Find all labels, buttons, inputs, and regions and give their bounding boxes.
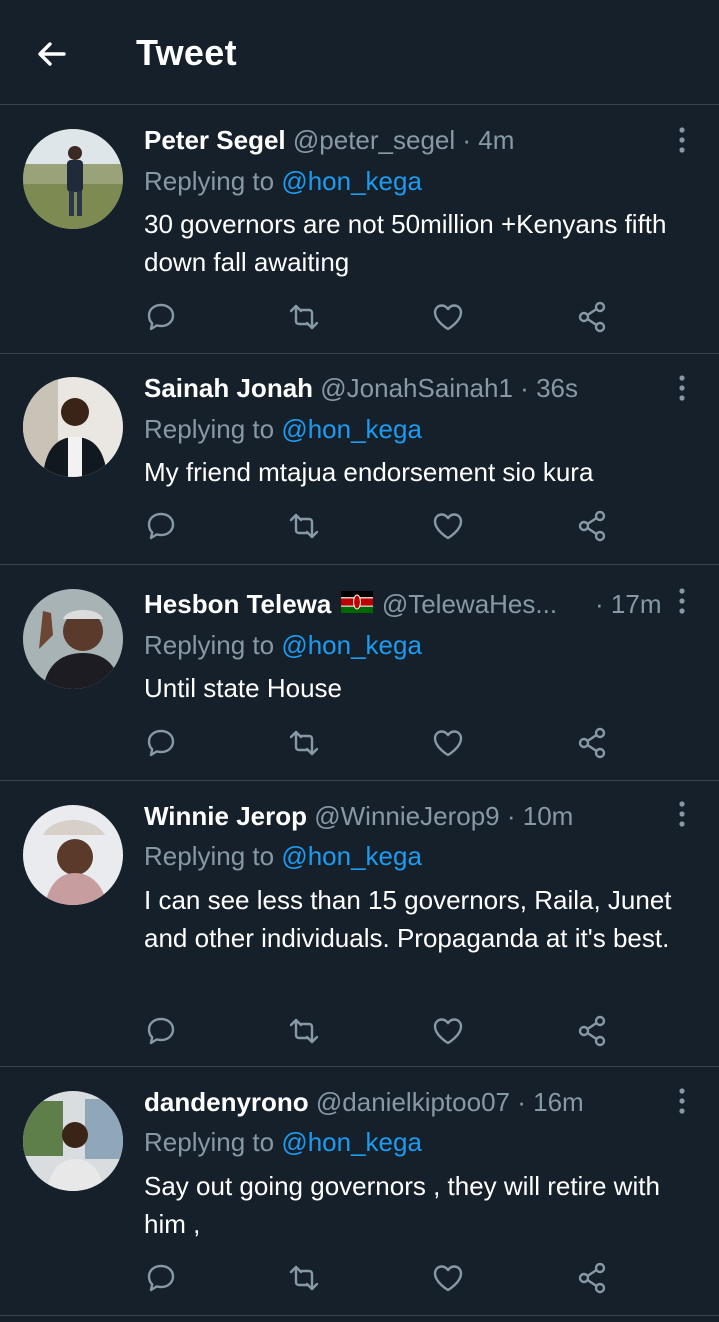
timestamp[interactable]: 4m (478, 125, 514, 155)
replying-to-label: Replying to (144, 1127, 282, 1157)
reply-icon[interactable] (144, 1014, 178, 1048)
timestamp[interactable]: 10m (523, 801, 574, 831)
mention-link[interactable]: @hon_kega (281, 166, 422, 196)
tweet-header: Sainah Jonah @JonahSainah1 · 36s (144, 373, 659, 403)
avatar[interactable] (23, 129, 123, 229)
tweet-header: Peter Segel @peter_segel · 4m (144, 125, 659, 155)
author-name[interactable]: Sainah Jonah (144, 373, 313, 403)
author-handle[interactable]: @JonahSainah1 (320, 373, 513, 403)
like-icon[interactable] (431, 1014, 465, 1048)
retweet-icon[interactable] (287, 726, 321, 760)
tweet-header: Winnie Jerop @WinnieJerop9 · 10m (144, 801, 659, 831)
avatar[interactable] (23, 1091, 123, 1191)
tweet-item[interactable]: Hesbon Telewa @TelewaHes... · 17m Replyi… (0, 565, 719, 781)
separator-dot: · (520, 373, 529, 403)
separator-dot: · (506, 801, 516, 831)
tweet-item[interactable]: Peter Segel @peter_segel · 4m Replying t… (0, 105, 719, 354)
author-name[interactable]: Peter Segel (144, 125, 286, 155)
author-handle[interactable]: @danielkiptoo07 (316, 1087, 510, 1117)
like-icon[interactable] (431, 726, 465, 760)
like-icon[interactable] (431, 509, 465, 543)
author-handle[interactable]: @peter_segel (293, 125, 455, 155)
replying-to: Replying to @hon_kega (144, 166, 422, 196)
top-bar: Tweet (0, 0, 719, 105)
tweet-header: dandenyrono @danielkiptoo07 · 16m (144, 1087, 659, 1117)
replying-to-label: Replying to (144, 630, 282, 660)
timestamp[interactable]: 17m (611, 589, 662, 619)
back-arrow-icon[interactable] (34, 36, 70, 72)
tweet-text: 30 governors are not 50million +Kenyans … (144, 209, 667, 277)
tweet-item[interactable]: dandenyrono @danielkiptoo07 · 16m Replyi… (0, 1067, 719, 1316)
tweet-text: I can see less than 15 governors, Raila,… (144, 885, 672, 953)
mention-link[interactable]: @hon_kega (281, 1127, 422, 1157)
retweet-icon[interactable] (287, 1014, 321, 1048)
retweet-icon[interactable] (287, 300, 321, 334)
tweet-item[interactable]: Winnie Jerop @WinnieJerop9 · 10m Replyin… (0, 781, 719, 1067)
tweet-header: Hesbon Telewa @TelewaHes... (144, 589, 659, 623)
mention-link[interactable]: @hon_kega (281, 414, 422, 444)
tweet-item[interactable]: Sainah Jonah @JonahSainah1 · 36s Replyin… (0, 354, 719, 565)
author-name[interactable]: dandenyrono (144, 1087, 309, 1117)
avatar[interactable] (23, 589, 123, 689)
share-icon[interactable] (575, 1014, 609, 1048)
replying-to-label: Replying to (144, 841, 282, 871)
retweet-icon[interactable] (287, 509, 321, 543)
tweet-text: Say out going governors , they will reti… (144, 1171, 660, 1239)
avatar[interactable] (23, 377, 123, 477)
page-title: Tweet (136, 32, 237, 73)
replying-to: Replying to @hon_kega (144, 1127, 422, 1157)
separator-dot: · (595, 589, 604, 619)
mention-link[interactable]: @hon_kega (281, 841, 422, 871)
replying-to: Replying to @hon_kega (144, 630, 422, 660)
more-vertical-icon[interactable] (670, 373, 694, 403)
author-name[interactable]: Winnie Jerop (144, 801, 307, 831)
separator-dot: · (517, 1087, 526, 1117)
share-icon[interactable] (575, 300, 609, 334)
kenya-flag-icon (340, 589, 373, 619)
tweet-timestamp-group: · 17m (595, 589, 661, 619)
retweet-icon[interactable] (287, 1261, 321, 1295)
tweet-text: Until state House (144, 673, 342, 703)
avatar[interactable] (23, 805, 123, 905)
replying-to: Replying to @hon_kega (144, 841, 422, 871)
replying-to: Replying to @hon_kega (144, 414, 422, 444)
share-icon[interactable] (575, 509, 609, 543)
more-vertical-icon[interactable] (670, 125, 694, 155)
replying-to-label: Replying to (144, 414, 282, 444)
timestamp[interactable]: 16m (533, 1087, 584, 1117)
reply-icon[interactable] (144, 300, 178, 334)
replying-to-label: Replying to (144, 166, 282, 196)
reply-icon[interactable] (144, 509, 178, 543)
like-icon[interactable] (431, 1261, 465, 1295)
more-vertical-icon[interactable] (670, 1086, 694, 1116)
timestamp[interactable]: 36s (536, 373, 578, 403)
like-icon[interactable] (431, 300, 465, 334)
more-vertical-icon[interactable] (670, 586, 694, 616)
mention-link[interactable]: @hon_kega (281, 630, 422, 660)
more-vertical-icon[interactable] (670, 799, 694, 829)
author-name[interactable]: Hesbon Telewa (144, 589, 331, 619)
author-handle[interactable]: @WinnieJerop9 (314, 801, 499, 831)
reply-icon[interactable] (144, 1261, 178, 1295)
separator-dot: · (462, 125, 472, 155)
share-icon[interactable] (575, 1261, 609, 1295)
tweet-text: My friend mtajua endorsement sio kura (144, 457, 594, 487)
reply-icon[interactable] (144, 726, 178, 760)
author-handle[interactable]: @TelewaHes... (382, 589, 557, 619)
share-icon[interactable] (575, 726, 609, 760)
